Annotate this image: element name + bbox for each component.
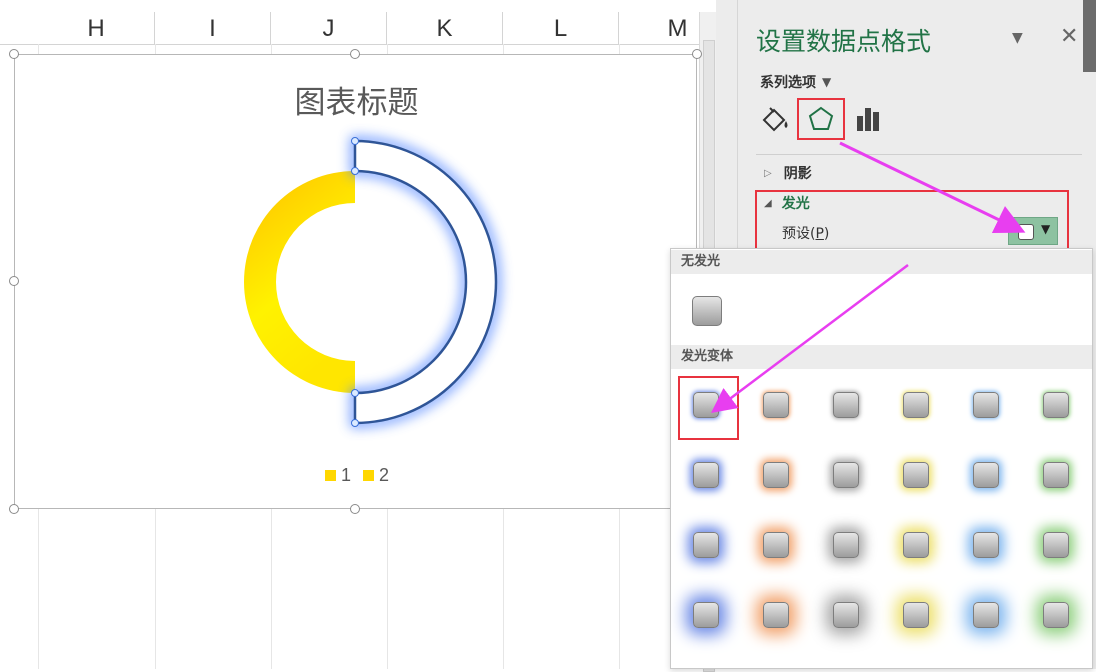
- series-options-label: 系列选项: [760, 75, 816, 91]
- resize-handle-bottom[interactable]: [350, 504, 360, 514]
- point-selection-handle[interactable]: [351, 419, 359, 427]
- glow-variant-r1-c3[interactable]: [833, 392, 859, 418]
- glow-variant-r1-c5[interactable]: [973, 392, 999, 418]
- glow-variant-r2-c1[interactable]: [693, 462, 719, 488]
- fill-line-icon[interactable]: [758, 100, 794, 138]
- resize-handle-top-right[interactable]: [692, 49, 702, 59]
- pane-title: 设置数据点格式: [756, 27, 932, 56]
- glow-variant-r4-c4[interactable]: [903, 602, 929, 628]
- glow-variant-r2-c5[interactable]: [973, 462, 999, 488]
- resize-handle-top-left[interactable]: [9, 49, 19, 59]
- legend-label-2: 2: [379, 465, 390, 485]
- shadow-section-header[interactable]: ▷ 阴影: [764, 163, 812, 183]
- glow-variant-r4-c2[interactable]: [763, 602, 789, 628]
- legend-swatch-2: [363, 470, 375, 481]
- glow-variant-r3-c3[interactable]: [833, 532, 859, 558]
- effects-tab-highlight: [797, 98, 845, 140]
- selected-variant-highlight: [678, 376, 739, 440]
- column-header-row: H I J K L M: [0, 12, 716, 45]
- shadow-label: 阴影: [783, 166, 812, 182]
- glow-variant-r4-c3[interactable]: [833, 602, 859, 628]
- glow-variant-r4-c5[interactable]: [973, 602, 999, 628]
- glow-variant-r2-c3[interactable]: [833, 462, 859, 488]
- chart-legend[interactable]: 1 2: [325, 465, 401, 486]
- pane-divider: [756, 154, 1082, 155]
- resize-handle-top[interactable]: [350, 49, 360, 59]
- no-glow-header: 无发光: [671, 250, 1092, 274]
- glow-variant-r3-c1[interactable]: [693, 532, 719, 558]
- glow-variants-header: 发光变体: [671, 345, 1092, 369]
- point-selection-handle[interactable]: [351, 137, 359, 145]
- legend-swatch-1: [325, 470, 336, 481]
- chevron-down-icon: ▼: [822, 75, 832, 89]
- doughnut-slice-series-2[interactable]: [353, 139, 498, 425]
- point-selection-handle[interactable]: [351, 389, 359, 397]
- column-header-j[interactable]: J: [271, 12, 387, 44]
- chart-area[interactable]: 图表标题 1 2: [14, 54, 697, 509]
- column-header-k[interactable]: K: [387, 12, 503, 44]
- series-options-bar-icon[interactable]: [851, 100, 887, 138]
- glow-variant-r3-c2[interactable]: [763, 532, 789, 558]
- spreadsheet-area: H I J K L M 图表标题 1 2: [0, 0, 717, 672]
- glow-variant-r4-c1[interactable]: [693, 602, 719, 628]
- glow-variant-r1-c4[interactable]: [903, 392, 929, 418]
- expand-triangle-icon: ▷: [764, 167, 772, 179]
- close-icon[interactable]: ✕: [1060, 24, 1078, 49]
- pane-options-chevron-icon[interactable]: ▼: [1012, 30, 1023, 46]
- doughnut-ring-layer: [244, 135, 501, 429]
- no-glow-option[interactable]: [692, 296, 722, 326]
- glow-variant-r3-c4[interactable]: [903, 532, 929, 558]
- column-header-l[interactable]: L: [503, 12, 619, 44]
- legend-entry-2[interactable]: 2: [363, 465, 389, 486]
- doughnut-slice-series-1[interactable]: [244, 171, 355, 393]
- glow-variant-r1-c6[interactable]: [1043, 392, 1069, 418]
- glow-variant-r4-c6[interactable]: [1043, 602, 1069, 628]
- series-options-dropdown[interactable]: 系列选项 ▼: [760, 72, 831, 92]
- point-selection-handle[interactable]: [351, 167, 359, 175]
- glow-variant-r3-c6[interactable]: [1043, 532, 1069, 558]
- legend-entry-1[interactable]: 1: [325, 465, 351, 486]
- legend-label-1: 1: [341, 465, 352, 485]
- glow-preset-gallery: 无发光 发光变体: [670, 248, 1093, 669]
- glow-variant-r2-c2[interactable]: [763, 462, 789, 488]
- resize-handle-bottom-left[interactable]: [9, 504, 19, 514]
- column-header-i[interactable]: I: [155, 12, 271, 44]
- resize-handle-left[interactable]: [9, 276, 19, 286]
- glow-variant-r3-c5[interactable]: [973, 532, 999, 558]
- pane-scrollbar[interactable]: [1083, 0, 1096, 72]
- glow-variant-r2-c4[interactable]: [903, 462, 929, 488]
- glow-variant-r1-c2[interactable]: [763, 392, 789, 418]
- doughnut-chart[interactable]: [15, 55, 698, 510]
- column-header-h[interactable]: H: [38, 12, 155, 44]
- glow-variant-r2-c6[interactable]: [1043, 462, 1069, 488]
- glow-section-highlight: [755, 190, 1069, 256]
